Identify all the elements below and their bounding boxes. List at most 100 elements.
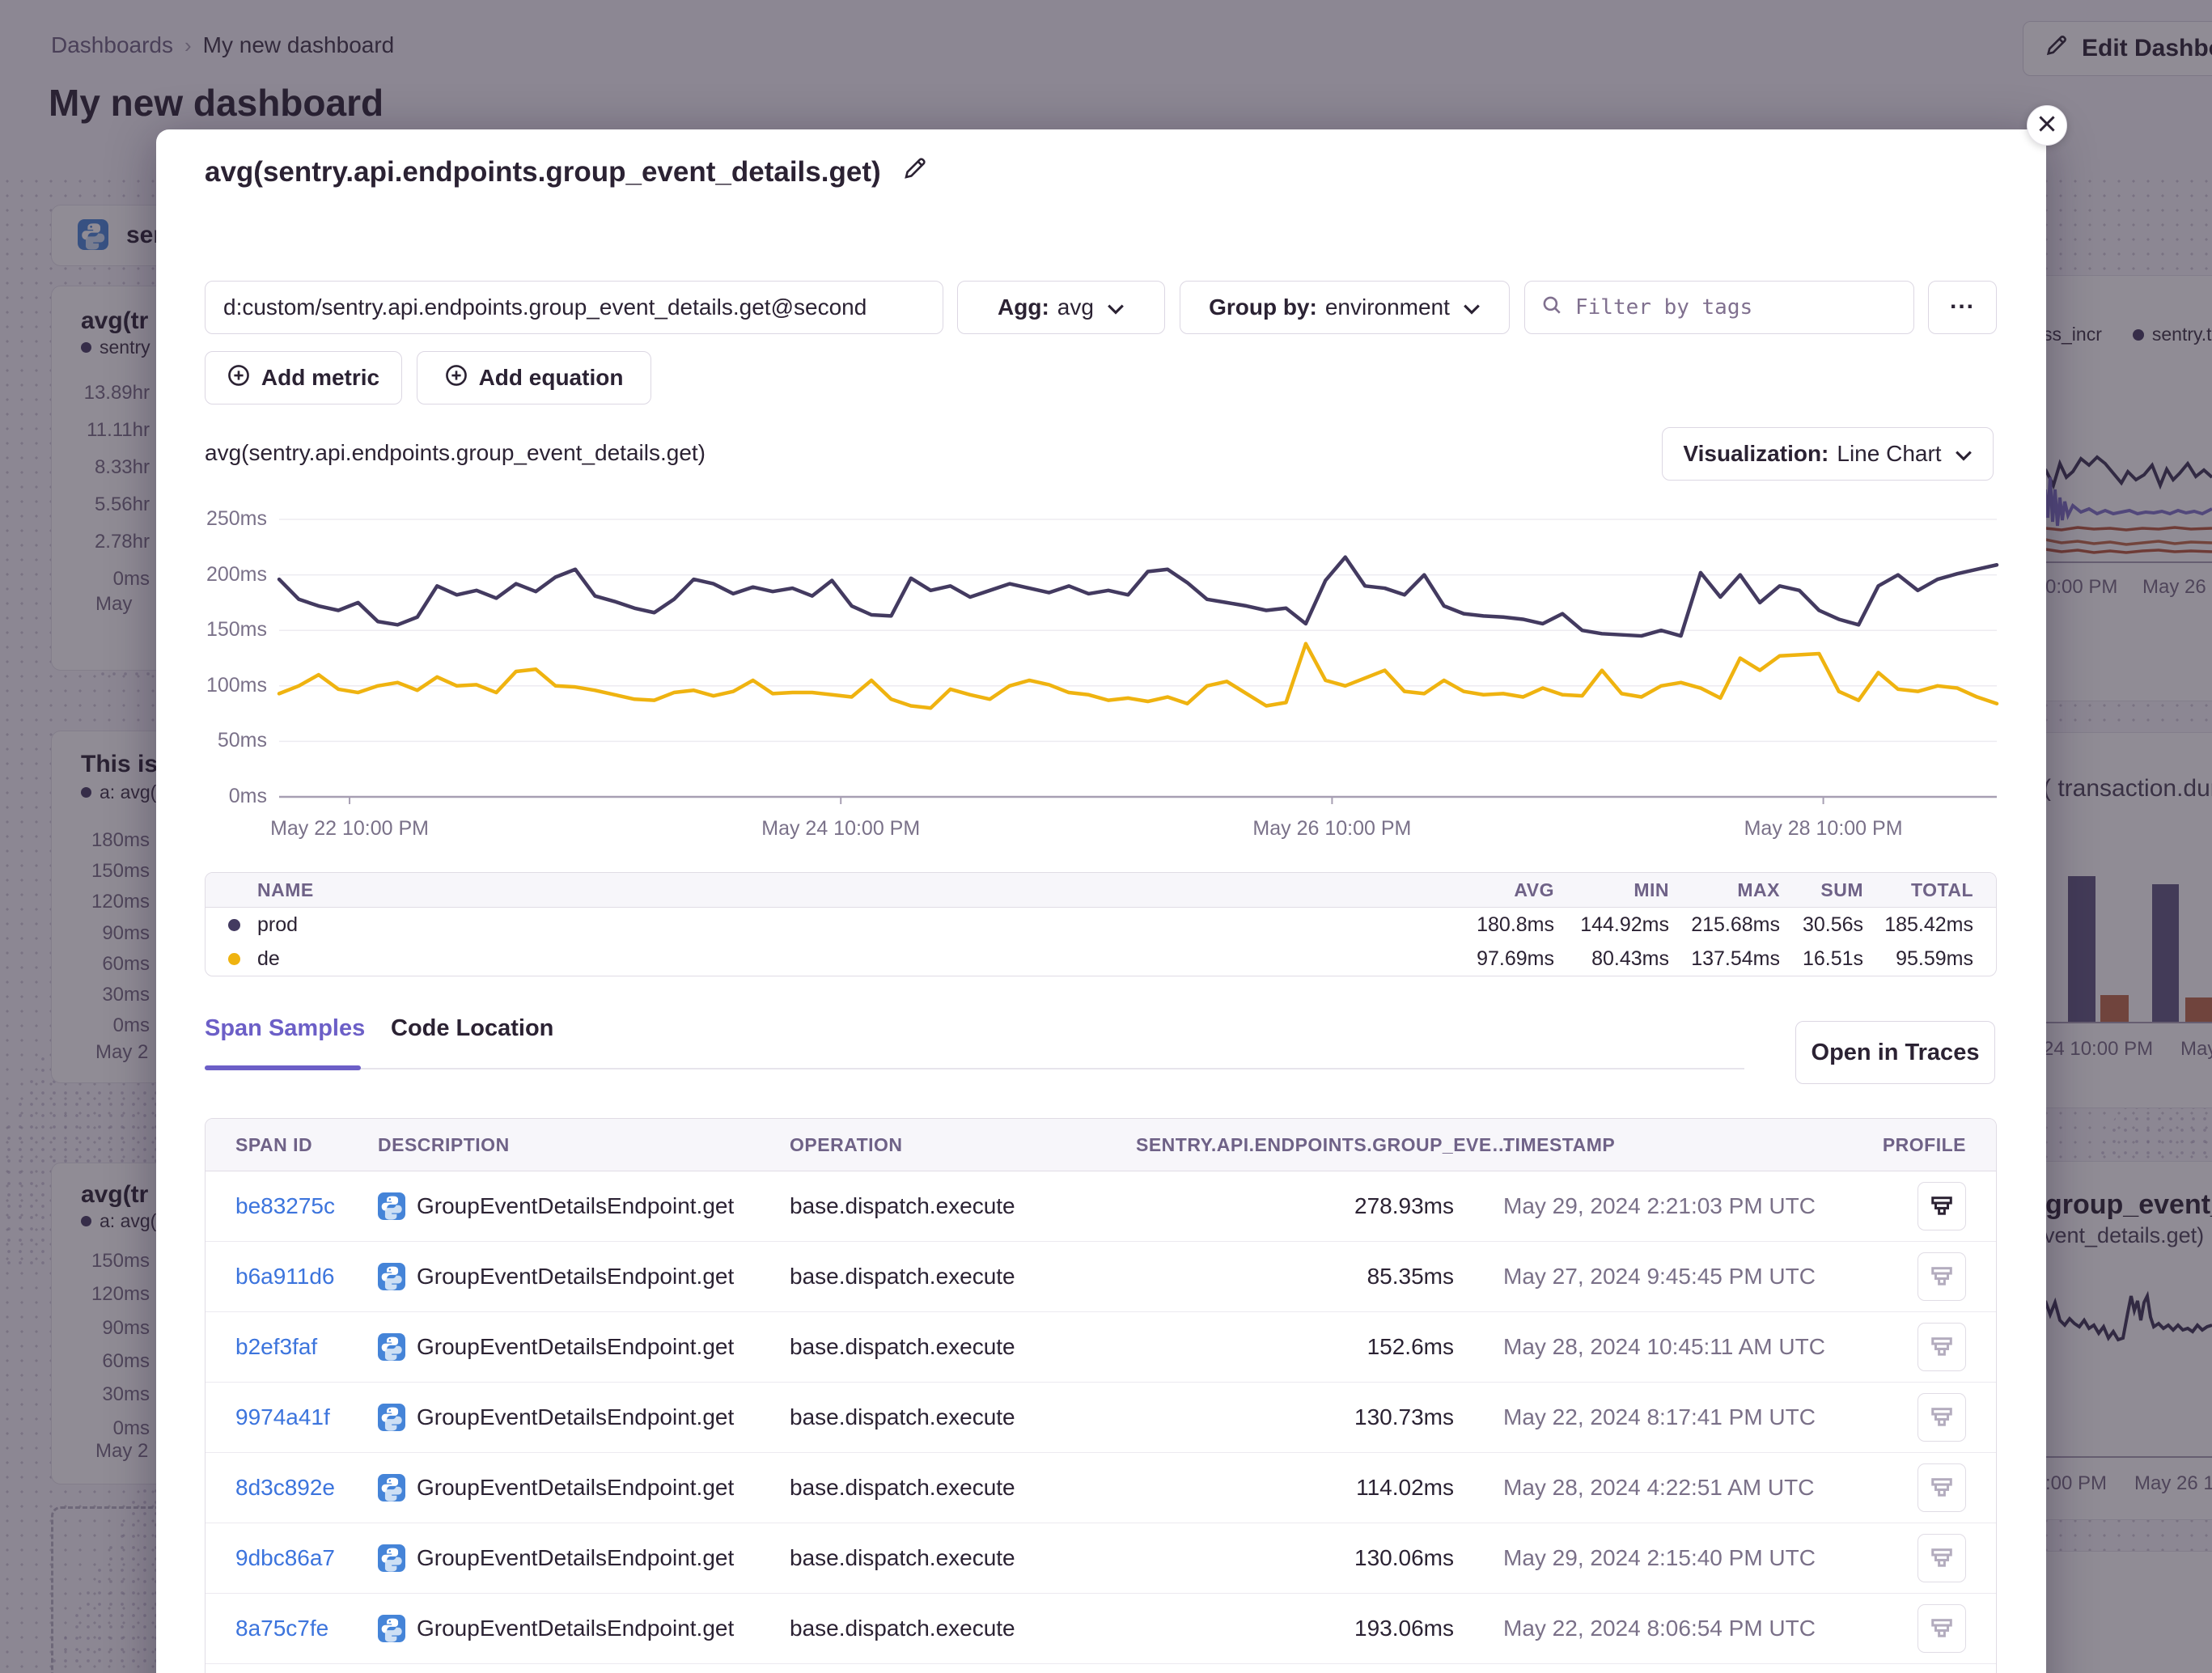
profile-button[interactable] (1917, 1463, 1966, 1512)
python-icon (378, 1192, 405, 1220)
tag-filter-input[interactable] (1574, 294, 1897, 320)
span-operation: base.dispatch.execute (790, 1334, 1136, 1360)
span-timestamp: May 28, 2024 4:22:51 AM UTC (1454, 1475, 1840, 1501)
series-name: prod (257, 913, 1417, 937)
tabs-divider (205, 1068, 1744, 1069)
python-icon (378, 1474, 405, 1501)
profile-flamegraph-icon (1930, 1405, 1954, 1429)
sample-row-9dbc86a7: 9dbc86a7GroupEventDetailsEndpoint.getbas… (206, 1523, 1996, 1594)
sample-row-8d3c892e: 8d3c892eGroupEventDetailsEndpoint.getbas… (206, 1453, 1996, 1523)
profile-flamegraph-icon (1930, 1264, 1954, 1289)
span-id-link[interactable]: 8d3c892e (235, 1475, 378, 1501)
search-icon (1541, 294, 1562, 321)
tab-code-location[interactable]: Code Location (391, 1015, 553, 1042)
metric-select-field[interactable]: d:custom/sentry.api.endpoints.group_even… (205, 281, 943, 334)
profile-button[interactable] (1917, 1534, 1966, 1582)
agg-value: avg (1057, 294, 1094, 320)
span-metric-value: 152.6ms (1136, 1334, 1454, 1360)
span-id-link[interactable]: b6a911d6 (235, 1264, 378, 1290)
samples-col-profile: PROFILE (1840, 1134, 1966, 1156)
span-description: GroupEventDetailsEndpoint.get (378, 1544, 790, 1572)
span-samples-table: SPAN ID DESCRIPTION OPERATION SENTRY.API… (205, 1118, 1997, 1673)
add-metric-button[interactable]: Add metric (205, 351, 402, 404)
span-metric-value: 114.02ms (1136, 1475, 1454, 1501)
span-id-link[interactable]: b2ef3faf (235, 1334, 378, 1360)
tab-span-samples[interactable]: Span Samples (205, 1015, 365, 1042)
series-sum: 16.51s (1780, 947, 1863, 971)
span-id-link[interactable]: 8a75c7fe (235, 1616, 378, 1641)
python-icon (378, 1263, 405, 1290)
profile-flamegraph-icon (1930, 1476, 1954, 1500)
add-equation-button[interactable]: Add equation (417, 351, 651, 404)
span-description: GroupEventDetailsEndpoint.get (378, 1333, 790, 1361)
groupby-label: Group by: (1209, 294, 1317, 320)
chart-query-label: avg(sentry.api.endpoints.group_event_det… (205, 440, 706, 466)
sample-row-be83275c: be83275cGroupEventDetailsEndpoint.getbas… (206, 1171, 1996, 1242)
open-in-traces-button[interactable]: Open in Traces (1795, 1021, 1995, 1084)
python-icon (378, 1615, 405, 1642)
profile-button[interactable] (1917, 1604, 1966, 1653)
x-axis-label: May 28 10:00 PM (1702, 817, 1945, 841)
line-chart-plot[interactable] (279, 519, 1997, 807)
summary-row-prod[interactable]: prod180.8ms144.92ms215.68ms30.56s185.42m… (206, 908, 1996, 942)
visualization-dropdown[interactable]: Visualization: Line Chart (1662, 427, 1994, 481)
chevron-down-icon (1463, 294, 1481, 320)
summary-row-de[interactable]: de97.69ms80.43ms137.54ms16.51s95.59ms (206, 942, 1996, 976)
samples-header-row: SPAN ID DESCRIPTION OPERATION SENTRY.API… (206, 1119, 1996, 1171)
series-sum: 30.56s (1780, 913, 1863, 937)
profile-button[interactable] (1917, 1393, 1966, 1442)
span-operation: base.dispatch.execute (790, 1616, 1136, 1641)
span-metric-value: 130.06ms (1136, 1545, 1454, 1571)
y-axis-label: 0ms (162, 785, 267, 808)
span-description: GroupEventDetailsEndpoint.get (378, 1615, 790, 1642)
python-icon (378, 1333, 405, 1361)
profile-flamegraph-icon (1930, 1546, 1954, 1570)
python-icon (378, 1404, 405, 1431)
sample-row-9974a41f: 9974a41fGroupEventDetailsEndpoint.getbas… (206, 1383, 1996, 1453)
query-overflow-button[interactable]: ... (1928, 281, 1997, 334)
app: Dashboards › My new dashboard My new das… (0, 0, 2212, 1673)
modal-title-text: avg(sentry.api.endpoints.group_event_det… (205, 156, 881, 188)
span-description: GroupEventDetailsEndpoint.get (378, 1474, 790, 1501)
series-max: 215.68ms (1669, 913, 1780, 937)
groupby-dropdown[interactable]: Group by: environment (1180, 281, 1510, 334)
span-metric-value: 130.73ms (1136, 1404, 1454, 1430)
span-timestamp: May 28, 2024 10:45:11 AM UTC (1454, 1334, 1840, 1360)
y-axis-label: 100ms (162, 674, 267, 697)
span-id-link[interactable]: be83275c (235, 1193, 378, 1219)
close-modal-button[interactable] (2027, 105, 2067, 146)
x-axis-label: May 26 10:00 PM (1210, 817, 1453, 841)
span-operation: base.dispatch.execute (790, 1404, 1136, 1430)
span-metric-value: 193.06ms (1136, 1616, 1454, 1641)
python-icon (378, 1544, 405, 1572)
tag-filter-field[interactable] (1524, 281, 1914, 334)
span-description: GroupEventDetailsEndpoint.get (378, 1263, 790, 1290)
sample-row-b6a911d6: b6a911d6GroupEventDetailsEndpoint.getbas… (206, 1242, 1996, 1312)
series-line-prod (279, 557, 1997, 636)
chevron-down-icon (1107, 294, 1125, 320)
series-min: 80.43ms (1554, 947, 1669, 971)
series-name: de (257, 947, 1417, 971)
span-id-link[interactable]: 9974a41f (235, 1404, 378, 1430)
chevron-down-icon (1955, 441, 1973, 467)
samples-col-timestamp: TIMESTAMP (1454, 1134, 1840, 1156)
aggregation-dropdown[interactable]: Agg: avg (957, 281, 1165, 334)
close-icon (2037, 114, 2057, 138)
samples-col-metric: SENTRY.API.ENDPOINTS.GROUP_EVE… (1136, 1134, 1454, 1156)
profile-button[interactable] (1917, 1323, 1966, 1371)
span-timestamp: May 22, 2024 8:17:41 PM UTC (1454, 1404, 1840, 1430)
summary-col-sum: SUM (1780, 879, 1863, 901)
y-axis-label: 50ms (162, 729, 267, 752)
span-timestamp: May 27, 2024 9:45:45 PM UTC (1454, 1264, 1840, 1290)
profile-button[interactable] (1917, 1252, 1966, 1301)
groupby-value: environment (1325, 294, 1450, 320)
ellipsis-icon: ... (1950, 297, 1975, 305)
edit-title-pencil-icon[interactable] (902, 155, 928, 188)
y-axis-label: 200ms (162, 563, 267, 587)
profile-button[interactable] (1917, 1182, 1966, 1230)
series-color-dot (228, 953, 240, 965)
series-max: 137.54ms (1669, 947, 1780, 971)
span-id-link[interactable]: 9dbc86a7 (235, 1545, 378, 1571)
summary-col-avg: AVG (1417, 879, 1554, 901)
profile-flamegraph-icon (1930, 1194, 1954, 1218)
